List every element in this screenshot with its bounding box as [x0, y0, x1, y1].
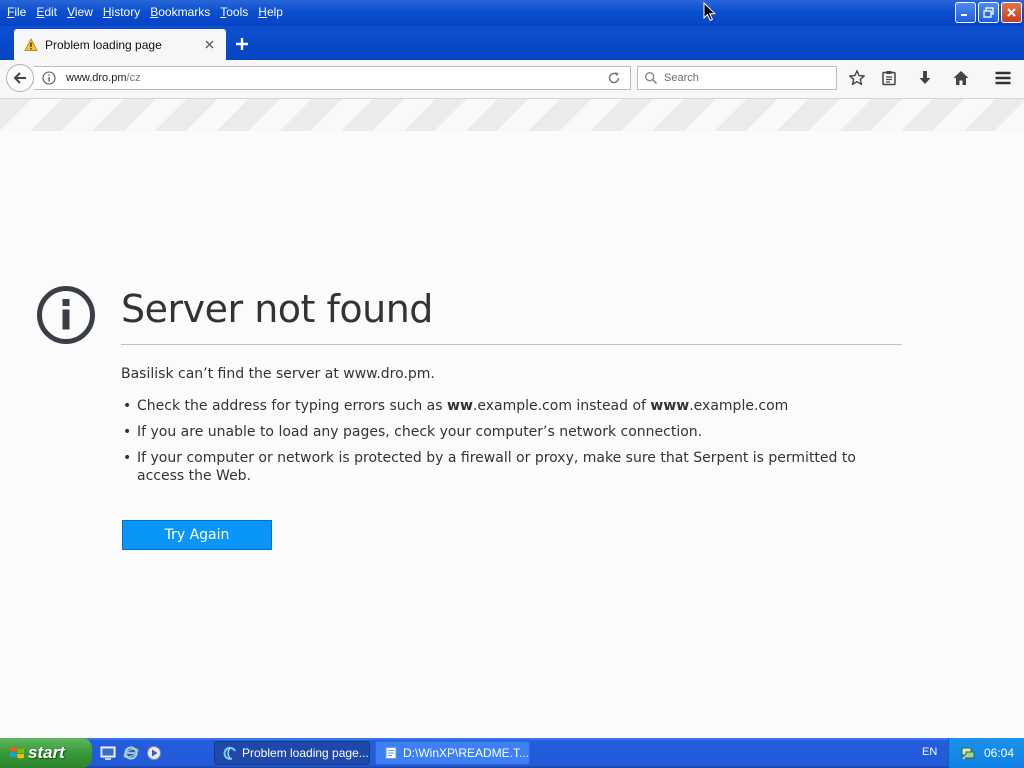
title-bar: File Edit View History Bookmarks Tools H… — [0, 0, 1024, 26]
close-icon — [204, 40, 214, 49]
internet-explorer-icon[interactable] — [123, 745, 139, 761]
warning-icon — [24, 37, 38, 51]
clock: 06:04 — [984, 746, 1015, 760]
taskbar-item-label: D:\WinXP\README.T... — [403, 746, 529, 760]
minimize-icon — [961, 14, 967, 16]
media-player-icon[interactable] — [146, 745, 162, 761]
start-label: start — [28, 743, 65, 762]
close-window-button[interactable] — [1001, 2, 1022, 23]
system-tray: 06:04 — [948, 738, 1024, 768]
navigation-toolbar: www.dro.pm/cz — [0, 60, 1024, 99]
menu-bookmarks[interactable]: Bookmarks — [150, 5, 210, 19]
reload-icon[interactable] — [606, 70, 622, 86]
menu-edit[interactable]: Edit — [36, 5, 57, 19]
search-icon — [644, 71, 658, 85]
page-loading-stripes — [0, 99, 1024, 131]
info-icon — [37, 286, 95, 344]
suggestion-bold: ww — [447, 398, 473, 414]
error-suggestions-list: Check the address for typing errors such… — [121, 397, 901, 493]
tab-title: Problem loading page — [45, 37, 162, 52]
back-arrow-icon — [13, 72, 26, 84]
download-arrow-icon — [919, 71, 931, 84]
browser-icon — [223, 746, 236, 760]
tab-close-button[interactable] — [202, 38, 216, 52]
suggestion-text: Check the address for typing errors such… — [137, 398, 448, 414]
window-controls — [955, 2, 1022, 23]
url-path: /cz — [126, 72, 141, 84]
suggestion-check-address: Check the address for typing errors such… — [121, 397, 901, 415]
restore-icon — [983, 7, 994, 18]
start-button[interactable]: start — [0, 738, 92, 768]
error-title: Server not found — [121, 287, 433, 331]
title-divider — [121, 344, 902, 345]
close-icon — [1007, 8, 1016, 17]
windows-logo-icon — [10, 747, 24, 759]
taskbar-item-browser[interactable]: Problem loading page.... — [214, 741, 370, 765]
downloads-button[interactable] — [916, 69, 934, 87]
bookmarks-menu-button[interactable] — [880, 69, 898, 87]
menu-tools[interactable]: Tools — [220, 5, 248, 19]
back-button[interactable] — [6, 64, 34, 92]
bookmark-star-button[interactable] — [848, 69, 866, 87]
minimize-button[interactable] — [955, 2, 976, 23]
hamburger-icon — [995, 71, 1011, 85]
restore-button[interactable] — [978, 2, 999, 23]
new-tab-button[interactable] — [234, 36, 250, 52]
url-host: www.dro.pm — [66, 72, 127, 84]
taskbar-item-readme[interactable]: D:\WinXP\README.T... — [375, 741, 530, 765]
home-icon — [953, 71, 969, 85]
language-indicator[interactable]: EN — [922, 746, 937, 758]
suggestion-bold: www — [650, 398, 690, 414]
tab-problem-loading-page[interactable]: Problem loading page — [14, 29, 226, 60]
search-input[interactable] — [662, 71, 836, 85]
error-page: Server not found Basilisk can’t find the… — [0, 131, 1024, 738]
url-bar[interactable]: www.dro.pm/cz — [34, 66, 631, 90]
search-bar[interactable] — [637, 66, 837, 90]
clipboard-icon — [882, 71, 896, 86]
show-desktop-icon[interactable] — [100, 745, 116, 761]
suggestion-text: .example.com — [689, 398, 789, 414]
menu-history[interactable]: History — [103, 5, 140, 19]
try-again-button[interactable]: Try Again — [122, 520, 272, 550]
menu-bar: File Edit View History Bookmarks Tools H… — [0, 0, 286, 24]
notepad-icon — [385, 747, 397, 759]
menu-help[interactable]: Help — [258, 5, 283, 19]
tab-strip: Problem loading page — [0, 26, 1024, 60]
suggestion-network: If you are unable to load any pages, che… — [121, 423, 901, 441]
error-description: Basilisk can’t find the server at www.dr… — [121, 366, 435, 382]
network-icon[interactable] — [960, 745, 976, 761]
mouse-cursor-icon — [703, 2, 717, 22]
menu-view[interactable]: View — [67, 5, 93, 19]
suggestion-firewall: If your computer or network is protected… — [121, 449, 901, 485]
suggestion-text: .example.com instead of — [472, 398, 651, 414]
star-icon — [849, 70, 865, 86]
info-icon[interactable] — [42, 71, 56, 85]
menu-file[interactable]: File — [7, 5, 26, 19]
url-text[interactable]: www.dro.pm/cz — [66, 72, 606, 84]
taskbar: start Problem loading page.... D:\WinXP\… — [0, 738, 1024, 768]
hamburger-menu-button[interactable] — [994, 69, 1012, 87]
taskbar-item-label: Problem loading page.... — [242, 746, 369, 760]
home-button[interactable] — [952, 69, 970, 87]
